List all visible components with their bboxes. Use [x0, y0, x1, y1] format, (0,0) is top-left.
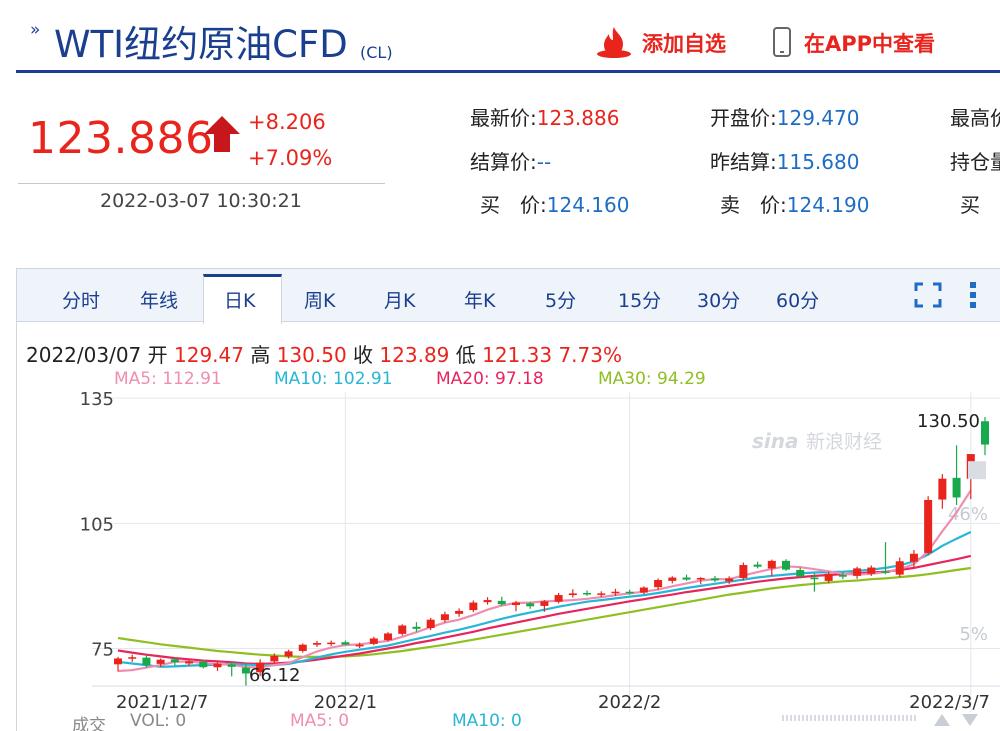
ma5-legend: MA5: 112.91 — [114, 369, 222, 389]
ohlc-readout: 2022/03/07 开 129.47 高 130.50 收 123.89 低 … — [26, 343, 622, 367]
view-in-app-button[interactable]: 在APP中查看 — [804, 28, 935, 58]
ma10-legend: MA10: 102.91 — [274, 369, 393, 389]
tab-year-line[interactable]: 年线 — [140, 286, 178, 313]
title-chevron-icon: » — [30, 20, 41, 40]
quote-field-prev-settle: 昨结算:115.680 — [710, 150, 860, 174]
tab-weekly-k[interactable]: 周K — [304, 286, 335, 313]
instrument-code: (CL) — [360, 43, 393, 62]
ma20-legend: MA20: 97.18 — [436, 369, 544, 389]
quote-divider — [18, 183, 385, 184]
tab-60min[interactable]: 60分 — [776, 286, 819, 313]
volume-title: 成交 — [72, 716, 106, 731]
volume-ma5-legend: MA5: 0 — [290, 711, 350, 731]
quote-field-open: 开盘价:129.470 — [710, 106, 860, 130]
phone-icon[interactable] — [772, 26, 792, 58]
last-price: 123.886 — [28, 113, 214, 164]
price-change: +8.206 — [248, 110, 326, 134]
header-divider — [16, 70, 1000, 73]
fire-icon[interactable] — [596, 24, 632, 60]
quote-field-bid: 买 价:124.160 — [480, 193, 630, 217]
quote-field-settle: 结算价:-- — [470, 150, 552, 174]
up-arrow-icon — [204, 116, 240, 152]
volume-value: VOL: 0 — [130, 711, 187, 731]
quote-field-bid-volume: 买 量 — [960, 193, 1000, 217]
chart-panel — [16, 268, 1000, 731]
fullscreen-icon[interactable] — [914, 282, 942, 308]
tab-5min[interactable]: 5分 — [545, 286, 576, 313]
page-title: WTI纽约原油CFD — [54, 23, 348, 66]
volume-ma10-legend: MA10: 0 — [452, 711, 522, 731]
tab-15min[interactable]: 15分 — [618, 286, 661, 313]
quote-field-ask: 卖 价:124.190 — [720, 193, 870, 217]
tab-intraday[interactable]: 分时 — [62, 286, 100, 313]
quote-field-high: 最高价 — [950, 106, 1000, 130]
quote-timestamp: 2022-03-07 10:30:21 — [100, 190, 302, 212]
price-change-pct: +7.09% — [248, 146, 333, 170]
quote-field-latest: 最新价:123.886 — [470, 106, 620, 130]
add-watchlist-button[interactable]: 添加自选 — [642, 28, 726, 58]
more-vertical-icon[interactable] — [968, 280, 978, 310]
tab-30min[interactable]: 30分 — [697, 286, 740, 313]
tab-daily-k[interactable]: 日K — [224, 286, 255, 313]
tab-monthly-k[interactable]: 月K — [384, 286, 415, 313]
quote-field-open-interest: 持仓量 — [950, 150, 1000, 174]
ma30-legend: MA30: 94.29 — [598, 369, 706, 389]
tab-yearly-k[interactable]: 年K — [464, 286, 495, 313]
page-header: » WTI纽约原油CFD (CL) 添加自选 在APP中查看 — [0, 0, 1000, 73]
